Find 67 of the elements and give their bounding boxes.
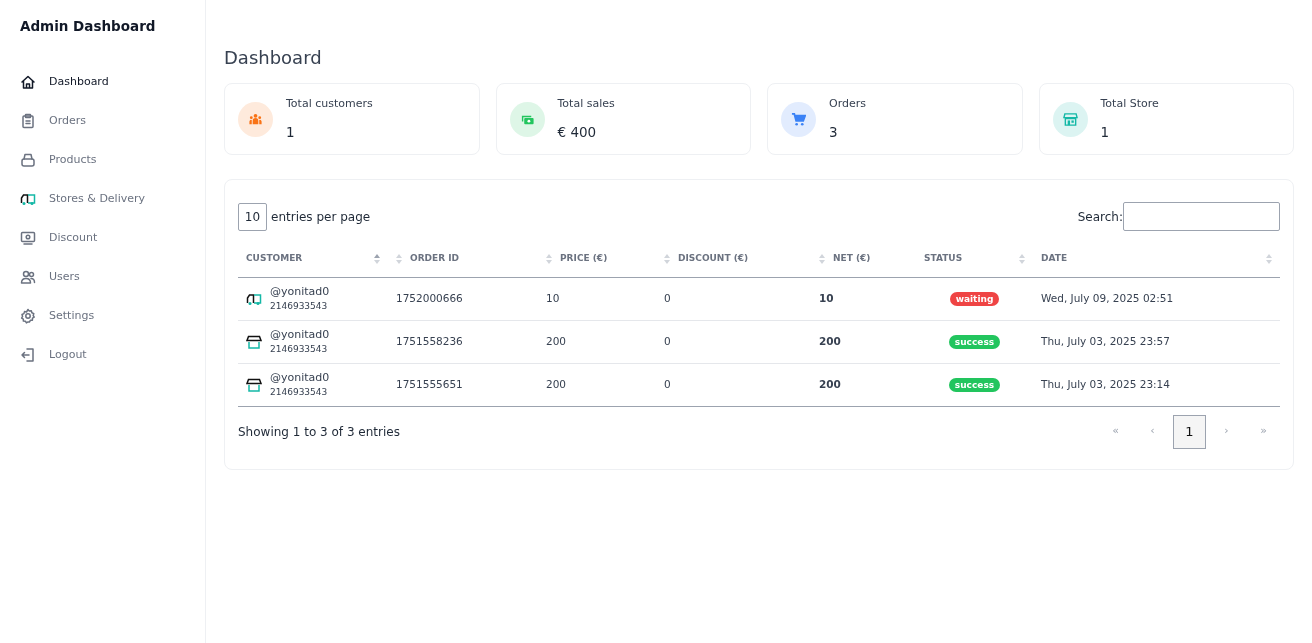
table-cell: 1751558236 [388,320,538,363]
customer-phone: 2146933543 [270,343,329,356]
date-cell: Thu, July 03, 2025 23:57 [1033,320,1280,363]
customer-name: @yonitad0 [270,283,330,300]
stat-label: Orders [829,95,866,112]
settings-icon [20,307,36,324]
column-header[interactable]: CUSTOMER [238,241,388,277]
table-cell: 0 [656,363,811,406]
column-header[interactable]: ORDER ID [388,241,538,277]
customer-phone: 2146933543 [270,386,329,399]
status-pill: waiting [949,291,1000,306]
sidebar-item[interactable]: Discount [20,218,185,258]
page-size-label: entries per page [271,208,371,226]
search-field[interactable] [1123,202,1280,231]
net-amount: 200 [811,363,916,406]
sidebar-item[interactable]: Products [20,140,185,180]
logout-icon [20,346,36,363]
table-cell: 0 [656,320,811,363]
monitor-icon [20,229,36,246]
stat-label: Total sales [557,95,615,112]
stat-value: 1 [1100,123,1111,143]
sidebar-item[interactable]: Stores & Delivery [20,179,185,219]
column-header[interactable]: NET (€) [811,241,916,277]
date-cell: Wed, July 09, 2025 02:51 [1033,277,1280,320]
table-cell: 0 [656,277,811,320]
clipboard-icon [20,112,36,129]
column-header[interactable]: STATUS [916,241,1033,277]
net-amount: 200 [811,320,916,363]
date-cell: Thu, July 03, 2025 23:14 [1033,363,1280,406]
store-icon [1062,111,1078,127]
table-cell: 200 [538,363,656,406]
customer-name: @yonitad0 [270,369,330,386]
sidebar-item[interactable]: Settings [20,296,185,336]
store-icon [246,333,262,350]
sidebar-item[interactable]: Orders [20,101,185,141]
stat-value: € 400 [557,123,598,143]
status-pill: success [948,377,1001,392]
app-title: Admin Dashboard [20,17,157,36]
page-title: Dashboard [224,46,323,70]
table-info: Showing 1 to 3 of 3 entries [238,423,400,441]
home-icon [20,73,36,90]
stat-value: 3 [829,123,839,143]
box-icon [20,151,36,168]
cart-icon [791,111,806,127]
search-label: Search: [1077,208,1123,226]
stat-label: Total Store [1100,95,1159,112]
table-cell: 200 [538,320,656,363]
status-pill: success [948,334,1001,349]
stat-label: Total customers [286,95,373,112]
people-icon [248,111,263,127]
sidebar-item[interactable]: Users [20,257,185,297]
users-icon [20,268,36,285]
store-icon [246,376,262,393]
column-header[interactable]: PRICE (€) [538,241,656,277]
customer-name: @yonitad0 [270,326,330,343]
table-cell: 1751555651 [388,363,538,406]
stat-value: 1 [286,123,296,143]
table-cell: 1752000666 [388,277,538,320]
page-size-select[interactable]: 10 [238,202,267,231]
pagination-button[interactable]: 1 [1173,414,1206,449]
column-header[interactable]: DISCOUNT (€) [656,241,811,277]
sidebar-item[interactable]: Logout [20,335,185,375]
customer-phone: 2146933543 [270,300,329,313]
table-cell: 10 [538,277,656,320]
column-header[interactable]: DATE [1033,241,1280,277]
net-amount: 10 [811,277,916,320]
sidebar-item[interactable]: Dashboard [20,62,185,102]
